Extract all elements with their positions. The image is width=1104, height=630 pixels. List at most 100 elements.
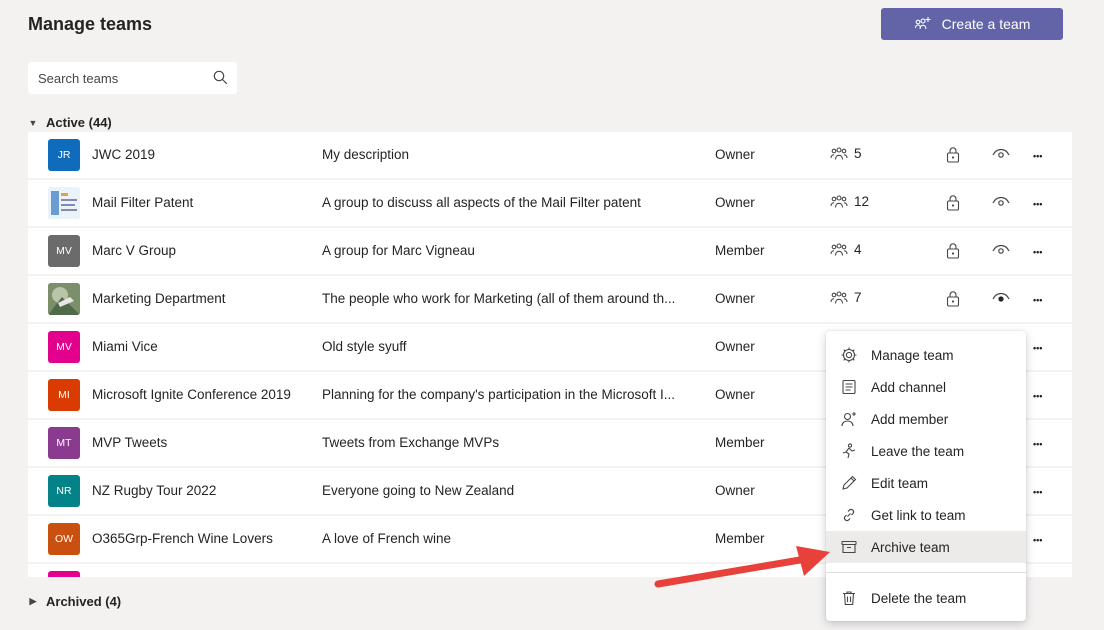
team-description: Old style syuff [322, 339, 407, 354]
more-options-icon[interactable]: ••• [1033, 295, 1042, 305]
team-description: My description [322, 147, 410, 162]
menu-item-edit-team[interactable]: Edit team [826, 467, 1026, 499]
menu-item-add-channel[interactable]: Add channel [826, 371, 1026, 403]
menu-item-delete-the-team[interactable]: Delete the team [826, 582, 1026, 614]
team-role: Owner [715, 387, 755, 402]
more-options-icon[interactable]: ••• [1033, 535, 1042, 545]
visible-eye-icon[interactable] [992, 292, 1010, 304]
more-options-icon[interactable]: ••• [1033, 487, 1042, 497]
member-count-value: 4 [854, 242, 862, 257]
member-count-value: 7 [854, 290, 862, 305]
team-avatar: MI [48, 379, 80, 411]
team-name: JWC 2019 [92, 147, 156, 162]
menu-item-manage-team[interactable]: Manage team [826, 339, 1026, 371]
team-avatar [48, 187, 80, 219]
menu-divider [826, 572, 1026, 573]
search-icon[interactable] [213, 70, 228, 85]
archived-section-label: Archived (4) [46, 594, 122, 609]
menu-item-add-member[interactable]: Add member [826, 403, 1026, 435]
private-lock-icon [946, 243, 960, 259]
active-section-label: Active (44) [46, 115, 112, 130]
channel-icon [840, 378, 871, 396]
archive-icon [840, 538, 871, 556]
hidden-eye-icon[interactable] [992, 244, 1010, 256]
team-description: A group for Marc Vigneau [322, 243, 475, 258]
more-options-icon[interactable]: ••• [1033, 391, 1042, 401]
team-name: Marc V Group [92, 243, 177, 258]
private-lock-icon [946, 291, 960, 307]
more-options-icon[interactable]: ••• [1033, 151, 1042, 161]
menu-item-label: Leave the team [871, 443, 965, 459]
team-row[interactable]: JR JWC 2019 My description Owner 5 ••• [28, 132, 1072, 178]
team-role: Member [715, 435, 765, 450]
search-box[interactable] [28, 62, 237, 94]
team-avatar [48, 283, 80, 315]
members-icon [830, 290, 848, 305]
team-description: A love of French wine [322, 531, 452, 546]
members-icon [830, 242, 848, 257]
hidden-eye-icon[interactable] [992, 148, 1010, 160]
team-row[interactable]: Mail Filter Patent A group to discuss all… [28, 180, 1072, 226]
menu-item-label: Get link to team [871, 507, 966, 523]
team-role: Member [715, 531, 765, 546]
menu-item-archive-team[interactable]: Archive team [826, 531, 1026, 563]
team-name: Marketing Department [92, 291, 226, 306]
team-name: O365Grp-French Wine Lovers [92, 531, 273, 546]
team-role: Member [715, 243, 765, 258]
more-options-icon[interactable]: ••• [1033, 247, 1042, 257]
team-avatar: OW [48, 523, 80, 555]
more-options-icon[interactable]: ••• [1033, 439, 1042, 449]
team-name: NZ Rugby Tour 2022 [92, 483, 217, 498]
team-name: Mail Filter Patent [92, 195, 194, 210]
leave-icon [840, 442, 871, 460]
team-role: Owner [715, 195, 755, 210]
private-lock-icon [946, 195, 960, 211]
member-count: 4 [830, 242, 862, 257]
collapse-caret-icon: ▼ [28, 117, 38, 128]
hidden-eye-icon[interactable] [992, 196, 1010, 208]
team-role: Owner [715, 291, 755, 306]
pencil-icon [840, 474, 871, 492]
team-name: MVP Tweets [92, 435, 168, 450]
team-avatar: MV [48, 235, 80, 267]
more-options-icon[interactable]: ••• [1033, 343, 1042, 353]
team-avatar: MT [48, 427, 80, 459]
team-name: Miami Vice [92, 339, 158, 354]
create-team-button[interactable]: Create a team [881, 8, 1063, 40]
members-icon [830, 194, 848, 209]
member-count-value: 5 [854, 146, 862, 161]
gear-icon [840, 346, 871, 364]
menu-item-label: Add member [871, 411, 949, 427]
archived-section-header[interactable]: ▶ Archived (4) [28, 594, 122, 609]
team-avatar: JR [48, 139, 80, 171]
page-title: Manage teams [28, 14, 153, 34]
menu-item-get-link-to-team[interactable]: Get link to team [826, 499, 1026, 531]
link-icon [840, 506, 871, 524]
search-input[interactable] [38, 70, 198, 86]
team-description: The people who work for Marketing (all o… [322, 291, 676, 306]
team-row[interactable]: MV Marc V Group A group for Marc Vigneau Me… [28, 228, 1072, 274]
team-avatar: NR [48, 475, 80, 507]
create-team-label: Create a team [941, 16, 1031, 32]
team-avatar [48, 571, 80, 577]
add-person-icon [840, 410, 871, 428]
more-options-icon[interactable]: ••• [1033, 199, 1042, 209]
team-name: Microsoft Ignite Conference 2019 [92, 387, 291, 402]
member-count-value: 12 [854, 194, 870, 209]
team-role: Owner [715, 483, 755, 498]
private-lock-icon [946, 147, 960, 163]
active-section-header[interactable]: ▼ Active (44) [28, 115, 112, 130]
member-count: 5 [830, 146, 862, 161]
expand-caret-icon: ▶ [29, 596, 37, 606]
menu-item-label: Manage team [871, 347, 954, 363]
team-row[interactable]: Marketing Department The people who work … [28, 276, 1072, 322]
create-team-icon [914, 17, 931, 30]
menu-item-label: Add channel [871, 379, 947, 395]
member-count: 7 [830, 290, 862, 305]
menu-item-label: Edit team [871, 475, 929, 491]
team-avatar: MV [48, 331, 80, 363]
menu-item-leave-the-team[interactable]: Leave the team [826, 435, 1026, 467]
team-description: Tweets from Exchange MVPs [322, 435, 500, 450]
trash-icon [840, 589, 871, 607]
team-role: Owner [715, 339, 755, 354]
